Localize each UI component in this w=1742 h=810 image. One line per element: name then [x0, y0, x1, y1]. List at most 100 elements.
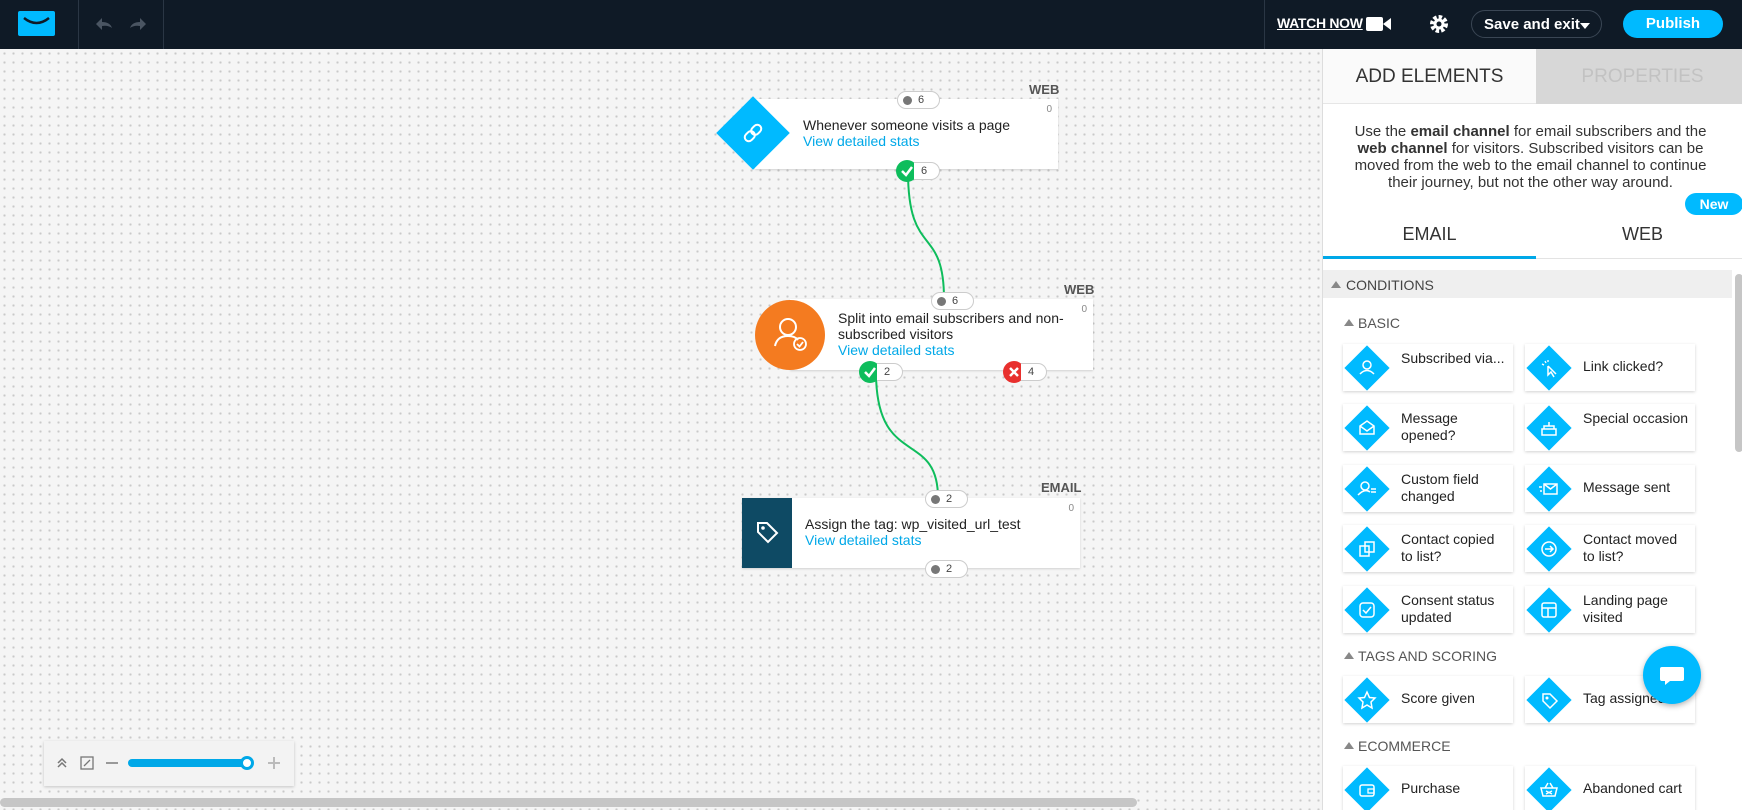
- divider: [163, 0, 164, 49]
- getresponse-logo[interactable]: [18, 11, 55, 36]
- user-icon: [1359, 360, 1375, 375]
- cake-icon: [1541, 422, 1557, 436]
- element-message-opened[interactable]: Message opened?: [1343, 404, 1513, 451]
- node-count: 0: [1081, 304, 1087, 315]
- node-title: Split into email subscribers and non-sub…: [838, 310, 1064, 342]
- watch-now-link[interactable]: WATCH NOW: [1277, 15, 1363, 31]
- zoom-slider-handle[interactable]: [240, 756, 254, 770]
- condition-circle: [755, 300, 825, 370]
- save-and-exit-button[interactable]: Save and exit: [1471, 10, 1602, 38]
- chat-button[interactable]: [1643, 646, 1701, 704]
- collapse-up-icon[interactable]: [56, 757, 68, 769]
- tab-web-channel[interactable]: WEB: [1536, 213, 1742, 259]
- port-count: 2: [884, 366, 891, 378]
- port-count: 2: [946, 563, 953, 575]
- yes-port[interactable]: 2: [877, 363, 903, 381]
- trigger-node-page-visit[interactable]: 0 Whenever someone visits a page View de…: [755, 99, 1058, 169]
- node-title: Assign the tag: wp_visited_url_test: [805, 516, 1021, 532]
- view-stats-link[interactable]: View detailed stats: [803, 133, 919, 149]
- element-special-occasion[interactable]: Special occasion: [1525, 404, 1695, 451]
- node-count: 0: [1068, 503, 1074, 514]
- port-count: 6: [952, 295, 959, 307]
- star-icon: [1357, 690, 1377, 710]
- workflow-canvas[interactable]: WEB 0 Whenever someone visits a page Vie…: [0, 49, 1322, 810]
- new-badge: New: [1685, 193, 1742, 215]
- element-message-sent[interactable]: Message sent: [1525, 465, 1695, 512]
- no-port[interactable]: 4: [1021, 363, 1047, 381]
- element-subscribed-via[interactable]: Subscribed via...: [1343, 344, 1513, 391]
- view-stats-link[interactable]: View detailed stats: [838, 342, 954, 358]
- element-contact-moved[interactable]: Contact moved to list?: [1525, 525, 1695, 572]
- input-port[interactable]: 2: [925, 490, 968, 508]
- element-purchase[interactable]: Purchase: [1343, 766, 1513, 810]
- undo-icon[interactable]: [93, 13, 115, 35]
- basket-icon: [1540, 782, 1558, 797]
- horizontal-scrollbar[interactable]: [0, 798, 1137, 807]
- zoom-control: [44, 741, 294, 786]
- port-count: 6: [921, 165, 928, 177]
- user-check-icon: [774, 318, 807, 351]
- divider: [78, 0, 79, 49]
- tag-icon: [1542, 693, 1559, 710]
- group-ecommerce[interactable]: ECOMMERCE: [1344, 738, 1451, 754]
- element-contact-copied[interactable]: Contact copied to list?: [1343, 525, 1513, 572]
- element-landing-page-visited[interactable]: Landing page visited: [1525, 586, 1695, 633]
- element-custom-field-changed[interactable]: Custom field changed: [1343, 465, 1513, 512]
- input-port[interactable]: 6: [931, 292, 974, 310]
- redo-icon[interactable]: [127, 13, 149, 35]
- fit-screen-icon[interactable]: [80, 756, 94, 770]
- port-count: 2: [946, 493, 953, 505]
- checkbox-icon: [1359, 602, 1375, 618]
- node-count: 0: [1046, 104, 1052, 115]
- section-title: CONDITIONS: [1346, 277, 1434, 293]
- save-and-exit-label: Save and exit: [1484, 16, 1580, 33]
- top-bar: WATCH NOW Save and exit Publish: [0, 0, 1742, 49]
- link-icon: [743, 123, 763, 143]
- group-basic[interactable]: BASIC: [1344, 315, 1400, 331]
- chevron-down-icon: [1580, 23, 1590, 29]
- channel-label: WEB: [1064, 282, 1095, 297]
- view-stats-link[interactable]: View detailed stats: [805, 532, 921, 548]
- connector-line: [907, 170, 945, 300]
- tag-icon: [757, 522, 779, 544]
- connector-lines: [875, 170, 945, 499]
- output-port[interactable]: 2: [925, 560, 968, 578]
- video-camera-icon[interactable]: [1366, 15, 1392, 33]
- arrow-circle-icon: [1541, 541, 1557, 557]
- element-abandoned-cart[interactable]: Abandoned cart: [1525, 766, 1695, 810]
- channel-info-text: Use the email channel for email subscrib…: [1354, 123, 1707, 191]
- port-count: 6: [918, 94, 925, 106]
- node-title: Whenever someone visits a page: [803, 117, 1010, 133]
- channel-label: WEB: [1029, 82, 1060, 97]
- envelope-open-icon: [1359, 420, 1375, 435]
- vertical-scrollbar[interactable]: [1735, 274, 1742, 452]
- element-consent-status[interactable]: Consent status updated: [1343, 586, 1513, 633]
- output-port[interactable]: 6: [914, 162, 940, 180]
- divider: [1264, 0, 1265, 49]
- section-conditions[interactable]: CONDITIONS: [1323, 270, 1732, 298]
- layout-icon: [1541, 602, 1557, 618]
- input-port[interactable]: 6: [897, 91, 940, 109]
- chat-bubble-icon: [1660, 667, 1684, 685]
- port-count: 4: [1028, 366, 1035, 378]
- publish-button[interactable]: Publish: [1623, 10, 1723, 38]
- group-tags-and-scoring[interactable]: TAGS AND SCORING: [1344, 648, 1497, 664]
- channel-label: EMAIL: [1041, 480, 1082, 495]
- element-link-clicked[interactable]: Link clicked?: [1525, 344, 1695, 391]
- element-score-given[interactable]: Score given: [1343, 676, 1513, 723]
- action-node-assign-tag[interactable]: 0 Assign the tag: wp_visited_url_test Vi…: [742, 498, 1080, 568]
- tab-add-elements[interactable]: ADD ELEMENTS: [1323, 49, 1536, 104]
- caret-up-icon: [1331, 281, 1341, 288]
- gear-icon[interactable]: [1427, 12, 1451, 36]
- wallet-icon: [1359, 784, 1375, 797]
- tab-email-channel[interactable]: EMAIL: [1323, 213, 1536, 259]
- zoom-slider[interactable]: [128, 759, 248, 767]
- action-tile: [742, 498, 792, 568]
- tab-properties[interactable]: PROPERTIES: [1536, 49, 1742, 104]
- cursor-click-icon: [1541, 360, 1557, 378]
- connector-line: [875, 371, 939, 499]
- user-edit-icon: [1357, 481, 1376, 496]
- zoom-out-icon[interactable]: [106, 762, 118, 764]
- envelope-sent-icon: [1539, 483, 1558, 495]
- copy-icon: [1359, 541, 1375, 557]
